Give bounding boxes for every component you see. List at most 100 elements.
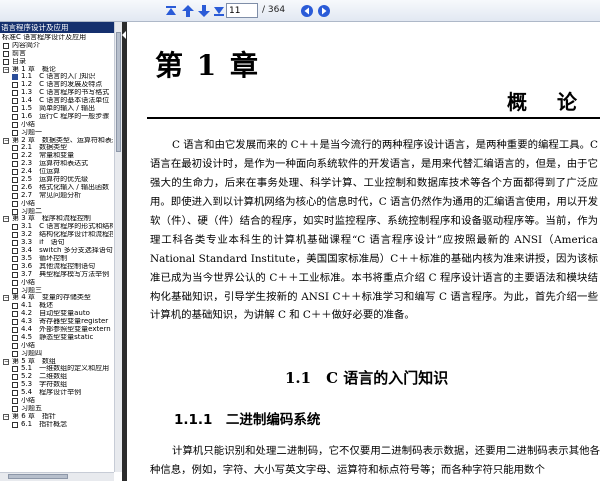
bookmark-item[interactable]: 小结 — [0, 121, 113, 129]
bookmark-item[interactable]: 1.3 C 语言程序的书写格式 — [0, 89, 113, 97]
bookmark-label: 1.3 C 语言程序的书写格式 — [21, 89, 110, 97]
bookmark-item[interactable]: 4.2 自动型变量auto — [0, 310, 113, 318]
bookmark-item[interactable]: 1.6 运行C 程序的一般步骤 — [0, 113, 113, 121]
bookmark-chapter[interactable]: − 第 4 章 变量的存储类型 — [0, 294, 113, 302]
bookmark-item[interactable]: 前言 — [0, 50, 113, 58]
bookmark-item[interactable]: 4.3 寄存器型变量register — [0, 318, 113, 326]
bookmark-chapter[interactable]: − 第 6 章 指针 — [0, 413, 113, 421]
bookmark-item[interactable]: 习题四 — [0, 350, 113, 358]
bookmark-item[interactable]: 5.2 二维数组 — [0, 373, 113, 381]
bookmark-item[interactable]: 小结 — [0, 279, 113, 287]
bookmark-item[interactable]: 2.2 常量和变量 — [0, 152, 113, 160]
bookmark-item[interactable]: 2.7 常见问题分析 — [0, 192, 113, 200]
page-icon — [12, 366, 18, 373]
chapter-heading: 概论 — [507, 90, 600, 114]
bookmark-item[interactable]: 2.5 运算符的优先级 — [0, 176, 113, 184]
page-icon — [12, 224, 18, 231]
section-heading: 1.1 C 语言的入门知识 — [285, 369, 449, 387]
bookmarks-vertical-scrollbar[interactable] — [114, 22, 122, 472]
scrollbar-thumb[interactable] — [8, 474, 68, 479]
page-icon — [12, 192, 18, 199]
page-icon — [12, 263, 18, 270]
bookmark-item[interactable]: 5.3 字符数组 — [0, 381, 113, 389]
bookmark-item[interactable]: 标准C 语言程序设计及应用 — [0, 34, 113, 42]
collapse-toggle-icon[interactable]: − — [3, 216, 9, 223]
bookmark-item[interactable]: 3.5 循环控制 — [0, 255, 113, 263]
bookmark-item[interactable]: 3.2 结构化程序设计和流程控制 — [0, 231, 113, 239]
bookmark-item[interactable]: 习题三 — [0, 287, 113, 295]
bookmark-chapter[interactable]: − 第 3 章 程序和流程控制 — [0, 215, 113, 223]
bookmark-label: 第 6 章 指针 — [12, 412, 56, 420]
page-icon — [12, 255, 18, 262]
bookmark-item[interactable]: 习题二 — [0, 208, 113, 216]
next-page-button[interactable] — [196, 3, 212, 19]
bookmark-item[interactable]: 3.6 其他流程控制语句 — [0, 263, 113, 271]
page-icon — [12, 350, 18, 357]
bookmark-label: 第 1 章 概论 — [12, 65, 56, 73]
collapse-toggle-icon[interactable]: − — [3, 358, 9, 365]
bookmark-label: 习题五 — [21, 404, 42, 412]
bookmark-item[interactable]: 习题五 — [0, 405, 113, 413]
bookmark-label: 5.1 一维数组的定义和应用 — [21, 365, 110, 373]
bookmark-item[interactable]: 3.3 if 语句 — [0, 239, 113, 247]
bookmark-item[interactable]: 6.1 指针概念 — [0, 421, 113, 429]
bookmark-item[interactable]: 2.1 数据类型 — [0, 144, 113, 152]
bookmark-item[interactable]: 4.4 外部参照型变量extern — [0, 326, 113, 334]
bookmark-item[interactable]: 4.5 静态型变量static — [0, 334, 113, 342]
bookmark-item[interactable]: 习题一 — [0, 129, 113, 137]
bookmark-chapter[interactable]: − 第 5 章 数组 — [0, 358, 113, 366]
bookmark-item[interactable]: 1.2 C 语言的发展及特点 — [0, 81, 113, 89]
page-icon — [12, 161, 18, 168]
bookmark-item[interactable]: 1.4 C 语言的基本语法单位 — [0, 97, 113, 105]
bookmark-item[interactable]: 小结 — [0, 397, 113, 405]
bookmark-label: 3.4 switch 多分支选择语句 — [21, 247, 113, 255]
page-icon — [12, 405, 18, 412]
bookmark-label: 3.5 循环控制 — [21, 254, 68, 262]
collapse-toggle-icon[interactable]: − — [3, 413, 9, 420]
bookmark-item[interactable]: 2.6 格式化输入 / 输出函数 — [0, 184, 113, 192]
collapse-toggle-icon[interactable]: − — [3, 66, 9, 73]
collapse-toggle-icon[interactable]: − — [3, 295, 9, 302]
bookmark-item[interactable]: 3.1 C 语言程序的形式和结构 — [0, 223, 113, 231]
bookmark-item[interactable]: 5.1 一维数组的定义和应用 — [0, 365, 113, 373]
page-icon — [12, 374, 18, 381]
bookmark-label: 第 2 章 数据类型、运算符和表达式 — [12, 136, 113, 144]
bookmark-chapter[interactable]: − 第 1 章 概论 — [0, 66, 113, 74]
previous-page-button[interactable] — [180, 3, 196, 19]
bookmark-item[interactable]: 3.4 switch 多分支选择语句 — [0, 247, 113, 255]
bookmark-label: 2.3 运算符和表达式 — [21, 160, 89, 168]
bookmark-item[interactable]: 1.1 C 语言的入门知识 — [0, 73, 113, 81]
bookmark-label: 3.1 C 语言程序的形式和结构 — [21, 223, 113, 231]
bookmark-item[interactable]: 目录 — [0, 58, 113, 66]
bookmark-item[interactable]: 5.4 程序设计举例 — [0, 389, 113, 397]
page-number-input[interactable] — [226, 3, 258, 18]
page-icon — [12, 169, 18, 176]
bookmarks-horizontal-scrollbar[interactable] — [0, 472, 114, 481]
bookmark-item[interactable]: 小结 — [0, 342, 113, 350]
last-page-button[interactable] — [211, 3, 227, 19]
forward-button[interactable] — [316, 3, 332, 19]
body-paragraph: 计算机只能识别和处理二进制码，它不仅要用二进制码表示数据，还要用二进制码表示其他… — [150, 445, 600, 476]
bookmark-item[interactable]: 4.1 概述 — [0, 302, 113, 310]
collapse-toggle-icon[interactable]: − — [3, 137, 9, 144]
bookmark-label: 3.2 结构化程序设计和流程控制 — [21, 231, 113, 239]
last-page-icon — [214, 7, 224, 16]
page-icon — [12, 421, 18, 428]
bookmark-item[interactable]: 2.4 位运算 — [0, 168, 113, 176]
bookmarks-panel: 语言程序设计及应用 标准C 语言程序设计及应用 内容简介 前言 目录 − 第 1 章 概论… — [0, 22, 122, 481]
page-icon — [12, 326, 18, 333]
page-icon — [12, 382, 18, 389]
scrollbar-thumb[interactable] — [116, 32, 121, 152]
bookmark-item[interactable]: 3.7 典型程序模写方法举例 — [0, 271, 113, 279]
bookmark-chapter[interactable]: −第 2 章 数据类型、运算符和表达式 — [0, 137, 113, 145]
first-page-icon — [166, 6, 176, 15]
page-icon — [12, 153, 18, 160]
back-button[interactable] — [299, 3, 315, 19]
bookmark-item[interactable]: 内容简介 — [0, 42, 113, 50]
bookmark-item[interactable]: 小结 — [0, 200, 113, 208]
bookmark-label: 4.5 静态型变量static — [21, 333, 94, 341]
first-page-button[interactable] — [163, 3, 179, 19]
arrow-up-icon — [182, 5, 194, 17]
bookmark-item[interactable]: 1.5 简单的输入 / 输出 — [0, 105, 113, 113]
bookmark-item[interactable]: 2.3 运算符和表达式 — [0, 160, 113, 168]
